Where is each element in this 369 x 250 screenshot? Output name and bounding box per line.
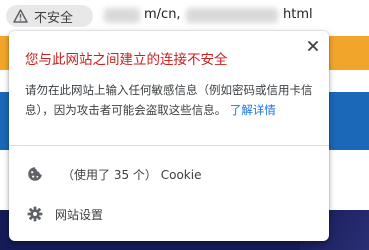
url-text-end: html bbox=[283, 7, 313, 22]
learn-more-link[interactable]: 了解详情 bbox=[230, 103, 276, 117]
close-icon bbox=[308, 36, 318, 55]
cookie-icon bbox=[26, 165, 44, 183]
gear-icon bbox=[26, 205, 44, 223]
popup-title: 您与此网站之间建立的连接不安全 bbox=[25, 52, 228, 68]
cookies-row[interactable]: （使用了 35 个） Cookie bbox=[9, 158, 329, 190]
cookies-text: （使用了 35 个） Cookie bbox=[62, 166, 201, 183]
connection-info-popup: 您与此网站之间建立的连接不安全 请勿在此网站上输入任何敏感信息（例如密码或信用卡… bbox=[9, 31, 329, 241]
warning-triangle-icon bbox=[13, 9, 28, 24]
popup-description: 请勿在此网站上输入任何敏感信息（例如密码或信用卡信息），因为攻击者可能会盗取这些… bbox=[25, 80, 323, 120]
site-settings-label: 网站设置 bbox=[55, 207, 104, 222]
url-text-middle: m/cn, bbox=[144, 7, 181, 22]
cookies-count: （使用了 35 个） bbox=[62, 167, 157, 182]
divider bbox=[9, 145, 329, 146]
address-bar: 不安全 m/cn, html bbox=[0, 0, 369, 31]
url-redacted-segment bbox=[104, 8, 140, 23]
close-button[interactable] bbox=[305, 37, 321, 53]
cookies-label: Cookie bbox=[160, 167, 202, 182]
site-settings-row[interactable]: 网站设置 bbox=[9, 198, 329, 230]
url-redacted-segment bbox=[186, 8, 278, 23]
security-indicator-button[interactable]: 不安全 bbox=[6, 5, 93, 27]
security-label: 不安全 bbox=[34, 10, 74, 26]
